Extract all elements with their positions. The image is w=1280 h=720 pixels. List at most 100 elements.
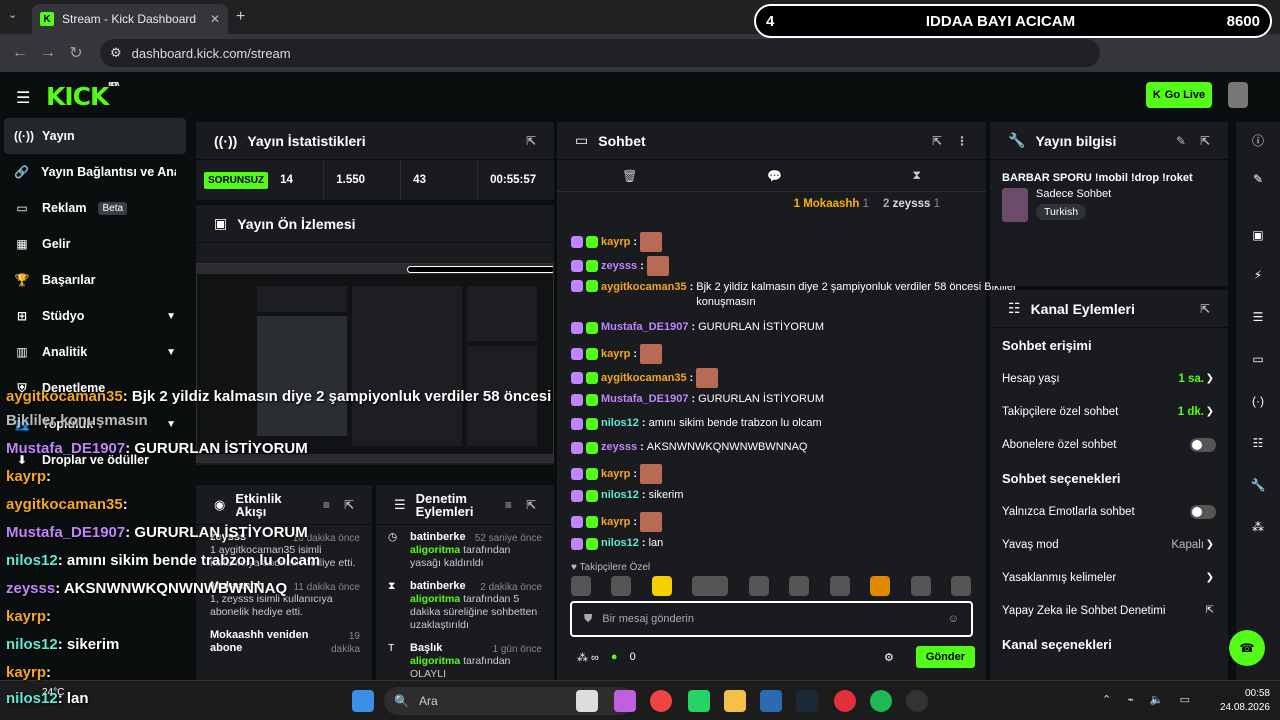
popout-icon[interactable]: ⇱ <box>526 134 536 148</box>
spotify-icon[interactable] <box>870 690 892 712</box>
store-icon[interactable] <box>760 690 782 712</box>
avatar[interactable] <box>1228 82 1248 108</box>
emote-icon[interactable] <box>829 576 850 596</box>
ai-moderation-row[interactable]: Yapay Zeka ile Sohbet Denetimi ⇱ <box>990 594 1228 627</box>
followers-only-row[interactable]: Takipçilere özel sohbet 1 dk. ❯ <box>990 395 1228 428</box>
moderation-item: ◷ batinberke 52 saniye önce aligoritma tara… <box>376 525 554 574</box>
emote-icon[interactable] <box>748 576 769 596</box>
lightning-icon[interactable]: ⚡ <box>1248 268 1268 288</box>
file-explorer-icon[interactable] <box>724 690 746 712</box>
url-field[interactable]: ⚙ dashboard.kick.com/stream <box>100 39 1100 67</box>
broadcast-icon[interactable]: (·) <box>1248 394 1268 414</box>
browser-tab[interactable]: K Stream - Kick Dashboard ✕ <box>32 4 228 34</box>
obs-icon[interactable] <box>906 690 928 712</box>
send-button[interactable]: Gönder <box>915 646 975 668</box>
popout-icon[interactable]: ⇱ <box>1200 134 1210 148</box>
preview-icon[interactable]: ▣ <box>1248 228 1268 248</box>
mod-tools-icon[interactable]: ⁂ ∞ <box>577 651 599 664</box>
edit-icon[interactable]: ✎ <box>1248 172 1268 192</box>
actions-icon[interactable]: ☷ <box>1248 436 1268 456</box>
sidebar-item-studyo[interactable]: ⊞ Stüdyo ▼ <box>0 298 190 334</box>
studio-icon: ⊞ <box>16 309 28 323</box>
popout-icon[interactable]: ⇱ <box>1200 302 1210 316</box>
chat-username[interactable]: nilos12 <box>601 536 639 551</box>
account-age-row[interactable]: Hesap yaşı 1 sa. ❯ <box>990 362 1228 395</box>
subs-only-toggle[interactable] <box>1190 437 1216 452</box>
wrench-icon[interactable]: 🔧 <box>1248 478 1268 498</box>
chat-icon[interactable]: ▭ <box>1248 352 1268 372</box>
battery-icon[interactable]: ▭ <box>1180 693 1190 706</box>
back-icon[interactable]: ← <box>6 44 34 62</box>
slow-mode-row[interactable]: Yavaş mod Kapalı ❯ <box>990 528 1228 561</box>
chat-username[interactable]: Mustafa_DE1907 <box>601 392 688 407</box>
sidebar-item-gelir[interactable]: ▦ Gelir <box>0 226 190 262</box>
settings-gear-icon[interactable]: ⚙ <box>884 651 894 664</box>
emote-icon[interactable] <box>611 576 632 596</box>
whatsapp-icon[interactable] <box>688 690 710 712</box>
task-view-icon[interactable] <box>576 690 598 712</box>
emote-icon[interactable] <box>571 576 591 596</box>
emote-only-toggle[interactable] <box>1190 504 1216 519</box>
sidebar-item-basarilar[interactable]: 🏆 Başarılar <box>0 262 190 298</box>
help-button[interactable]: ☎ <box>1229 630 1265 666</box>
banned-words-row[interactable]: Yasaklanmış kelimeler ❯ <box>990 561 1228 594</box>
sidebar-item-stream-key[interactable]: 🔗 Yayın Bağlantısı ve Anahtarı <box>0 154 190 190</box>
new-tab-icon[interactable]: + <box>236 8 245 26</box>
emote-icon[interactable] <box>950 576 971 596</box>
chat-username[interactable]: aygitkocaman35 <box>601 371 687 386</box>
hourglass-icon[interactable]: ⧗ <box>913 168 921 183</box>
tab-search-icon[interactable]: ⌄ <box>8 8 17 21</box>
kick-logo[interactable]: KICKBETA <box>46 82 120 111</box>
emote-icon[interactable] <box>651 576 672 596</box>
more-icon[interactable]: ⋮ <box>956 134 968 148</box>
top-gifter[interactable]: 1 Mokaashh 1 <box>794 198 869 210</box>
dots-icon[interactable]: ⁂ <box>1248 520 1268 540</box>
chat-username[interactable]: nilos12 <box>601 416 639 431</box>
chat-username[interactable]: zeysss <box>601 440 637 455</box>
filter-icon[interactable]: ≡ <box>505 498 512 512</box>
chat-username[interactable]: kayrp <box>601 235 630 250</box>
chat-username[interactable]: kayrp <box>601 515 630 530</box>
hamburger-menu-icon[interactable]: ☰ <box>16 88 30 108</box>
chat-message-input[interactable]: ⛊ Bir mesaj gönderin ☺ <box>570 601 973 637</box>
emote-icon[interactable] <box>789 576 810 596</box>
trash-icon[interactable]: 🗑 <box>622 169 637 183</box>
sidebar-item-yayin[interactable]: ((·)) Yayın <box>4 118 186 154</box>
chat-username[interactable]: nilos12 <box>601 488 639 503</box>
site-info-icon[interactable]: ⚙ <box>110 45 122 61</box>
sidebar-item-analitik[interactable]: ▥ Analitik ▼ <box>0 334 190 370</box>
reload-icon[interactable]: ↻ <box>62 43 90 63</box>
popout-icon[interactable]: ⇱ <box>932 134 942 148</box>
forward-icon[interactable]: → <box>34 44 62 62</box>
emote-icon[interactable] <box>870 576 891 596</box>
chat-username[interactable]: aygitkocaman35 <box>601 280 687 295</box>
volume-icon[interactable]: 🔈 <box>1150 693 1164 706</box>
chat-username[interactable]: kayrp <box>601 467 630 482</box>
chat-username[interactable]: Mustafa_DE1907 <box>601 320 688 335</box>
opera-icon[interactable] <box>834 690 856 712</box>
panel-title: Denetim Eylemleri <box>415 490 474 519</box>
edit-icon[interactable]: ✎ <box>1176 134 1186 148</box>
chrome-icon[interactable] <box>650 690 672 712</box>
info-icon[interactable]: ⓘ <box>1248 132 1268 152</box>
clock[interactable]: 00:58 24.08.2026 <box>1220 687 1270 715</box>
chevron-up-icon[interactable]: ⌃ <box>1102 693 1111 706</box>
emoji-icon[interactable]: ☺ <box>948 613 959 625</box>
shield-icon: ⛊ <box>584 612 593 625</box>
sidebar-item-reklam[interactable]: ▭ Reklam Beta <box>0 190 190 226</box>
chat-username[interactable]: zeysss <box>601 259 637 274</box>
copilot-icon[interactable] <box>614 690 636 712</box>
emote-icon[interactable] <box>692 576 729 596</box>
chat-username[interactable]: kayrp <box>601 347 630 362</box>
network-icon[interactable]: ⌁ <box>1127 693 1134 706</box>
chat-bubble-icon[interactable]: 💬 <box>767 169 782 183</box>
emote-icon[interactable] <box>910 576 931 596</box>
top-gifter[interactable]: 2 zeysss 1 <box>883 198 940 210</box>
address-bar-row: ← → ↻ ⚙ dashboard.kick.com/stream 🔍 ☆ ▣ … <box>0 34 1280 94</box>
close-tab-icon[interactable]: ✕ <box>210 12 220 26</box>
go-live-button[interactable]: K Go Live <box>1146 82 1212 108</box>
chevron-right-icon: ❯ <box>1205 572 1214 583</box>
list-icon[interactable]: ☰ <box>1248 310 1268 330</box>
popout-icon[interactable]: ⇱ <box>526 498 536 512</box>
steam-icon[interactable] <box>796 690 818 712</box>
